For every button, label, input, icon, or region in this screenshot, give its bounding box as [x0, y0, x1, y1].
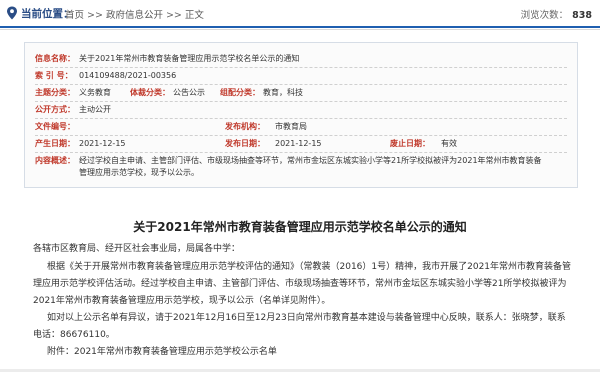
- article-paragraph: 根据《关于开展常州市教育装备管理应用示范学校评估的通知》（常教装（2016）1号…: [33, 262, 572, 306]
- meta-label: 文件编号：: [35, 122, 75, 131]
- meta-row-open-mode: 公开方式： 主动公开: [25, 104, 577, 116]
- meta-label: 体裁分类：: [130, 88, 170, 97]
- breadcrumb-separator: >>: [87, 10, 103, 21]
- meta-label: 发布机构：: [225, 122, 265, 131]
- view-count-label: 浏览次数：: [520, 10, 569, 21]
- meta-label: 发布日期：: [225, 139, 265, 148]
- view-count: 838: [572, 10, 592, 21]
- meta-row-classes: 主题分类： 义务教育 体裁分类： 公告公示 组配分类： 教育，科技: [25, 87, 577, 99]
- meta-org-type: 教育，科技: [263, 88, 303, 97]
- meta-label: 索 引 号：: [35, 71, 73, 80]
- meta-summary: 经过学校自主申请、主管部门评估、市级现场抽查等环节，常州市金坛区东城实验小学等2…: [79, 156, 542, 177]
- meta-index-no: 014109488/2021-00356: [79, 71, 177, 80]
- meta-row-dates: 产生日期： 2021-12-15 发布日期： 2021-12-15 废止日期： …: [25, 138, 577, 150]
- meta-issuer: 市教育局: [275, 122, 307, 131]
- meta-info-name: 关于2021年常州市教育装备管理应用示范学校名单公示的通知: [79, 54, 300, 63]
- meta-abolished: 有效: [441, 139, 457, 148]
- meta-label: 组配分类：: [220, 88, 260, 97]
- meta-row-index: 索 引 号： 014109488/2021-00356: [25, 70, 577, 82]
- breadcrumb: 首页 >> 政府信息公开 >> 正文: [65, 7, 204, 21]
- meta-label: 公开方式：: [35, 105, 75, 114]
- meta-row-summary: 内容概述： 经过学校自主申请、主管部门评估、市级现场抽查等环节，常州市金坛区东城…: [25, 155, 577, 181]
- breadcrumb-home-link[interactable]: 首页: [65, 10, 84, 21]
- meta-created-date: 2021-12-15: [79, 139, 126, 148]
- meta-label: 信息名称：: [35, 54, 75, 63]
- header-divider-thin: [0, 29, 600, 30]
- article-paragraph: 如对以上公示名单有异议，请于2021年12月16日至12月23日向常州市教育基本…: [33, 313, 566, 340]
- meta-genre: 公告公示: [173, 88, 205, 97]
- divider: [35, 101, 567, 102]
- divider: [35, 118, 567, 119]
- article-salutation: 各辖市区教育局、经开区社会事业局，局属各中学：: [33, 244, 241, 254]
- meta-label: 主题分类：: [35, 88, 75, 97]
- breadcrumb-bar: 当前位置： 首页 >> 政府信息公开 >> 正文 浏览次数： 838: [0, 0, 600, 26]
- divider: [35, 84, 567, 85]
- divider: [35, 135, 567, 136]
- meta-theme: 义务教育: [79, 88, 111, 97]
- map-pin-icon: [7, 6, 17, 20]
- meta-label: 废止日期：: [390, 139, 430, 148]
- breadcrumb-current: 正文: [184, 10, 204, 21]
- metadata-box: 信息名称： 关于2021年常州市教育装备管理应用示范学校名单公示的通知 索 引 …: [24, 42, 578, 188]
- meta-published-date: 2021-12-15: [275, 139, 322, 148]
- meta-open-mode: 主动公开: [79, 105, 111, 114]
- meta-label: 内容概述：: [35, 156, 75, 165]
- meta-label: 产生日期：: [35, 139, 75, 148]
- meta-row-doc-issuer: 文件编号： 发布机构： 市教育局: [25, 121, 577, 133]
- breadcrumb-separator: >>: [165, 10, 182, 21]
- article-attachment: 附件：2021年常州市教育装备管理应用示范学校公示名单: [47, 347, 277, 357]
- breadcrumb-gov-info-link[interactable]: 政府信息公开: [106, 10, 163, 21]
- divider: [35, 67, 567, 68]
- meta-row-info-name: 信息名称： 关于2021年常州市教育装备管理应用示范学校名单公示的通知: [25, 53, 577, 65]
- header-divider: [0, 26, 600, 28]
- article-title: 关于2021年常州市教育装备管理应用示范学校名单公示的通知: [133, 220, 467, 234]
- view-counter: 浏览次数： 838: [521, 7, 592, 21]
- divider: [35, 152, 567, 153]
